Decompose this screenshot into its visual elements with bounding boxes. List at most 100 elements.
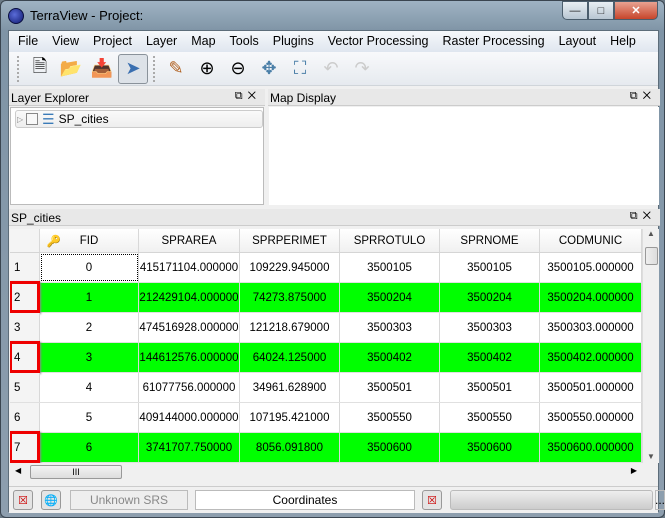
table-cell[interactable]: 3500402.000000 [540,343,642,372]
table-cell[interactable]: 34961.628900 [240,373,340,402]
table-row[interactable]: 7 6 3741707.750000 8056.091800 3500600 350060… [10,431,642,463]
table-cell[interactable]: 3500105 [340,253,440,282]
column-header[interactable] [10,229,40,252]
table-cell[interactable]: 109229.945000 [240,253,340,282]
zoom-out-icon[interactable]: ⊖ [223,54,253,84]
maximize-button[interactable]: □ [588,1,614,20]
table-cell[interactable]: 3500600 [340,433,440,462]
row-number[interactable]: 7 [10,431,40,463]
paintbrush-icon[interactable]: ✎ [161,54,191,84]
menu-project[interactable]: Project [86,31,139,52]
close-icon[interactable]: ✕ [643,210,656,222]
pointer-icon[interactable]: ➤ [118,53,148,84]
table-cell[interactable]: 74273.875000 [240,283,340,312]
table-cell[interactable]: 4 [40,373,139,402]
table-cell[interactable]: 3500501 [340,373,440,402]
save-icon[interactable]: 📥 [87,54,117,84]
table-cell[interactable]: 61077756.000000 [139,373,240,402]
table-cell[interactable]: 3500204.000000 [540,283,642,312]
table-cell[interactable]: 3500105 [440,253,540,282]
stop-draw-icon[interactable]: ☒ [422,490,442,510]
row-number[interactable]: 4 [10,341,40,373]
close-button[interactable]: ✕ [614,1,658,20]
table-cell[interactable]: 3500204 [340,283,440,312]
menu-file[interactable]: File [11,31,45,52]
table-row[interactable]: 4 3 144612576.000000 64024.125000 3500402 350… [10,341,642,373]
close-icon[interactable]: ✕ [248,90,261,102]
table-cell[interactable]: 6 [40,433,139,462]
table-cell[interactable]: 1 [40,283,139,312]
menu-map[interactable]: Map [184,31,222,52]
table-row[interactable]: 5 4 61077756.000000 34961.628900 3500501 3500… [10,373,642,403]
menu-layout[interactable]: Layout [552,31,604,52]
table-row[interactable]: 2 1 212429104.000000 74273.875000 3500204 350… [10,281,642,313]
menu-vector-processing[interactable]: Vector Processing [321,31,436,52]
vertical-scrollbar[interactable]: ▲ ▼ [642,229,659,463]
table-cell[interactable]: 3500204 [440,283,540,312]
float-icon[interactable]: ⧉ [630,90,643,102]
srs-field[interactable]: Unknown SRS [70,490,188,510]
menu-plugins[interactable]: Plugins [266,31,321,52]
table-cell[interactable]: 3500402 [340,343,440,372]
column-header[interactable]: 🔑 FID [40,229,139,252]
open-folder-icon[interactable]: 📂 [56,54,86,84]
row-number[interactable]: 5 [10,373,40,402]
globe-icon[interactable]: 🌐 [41,490,61,510]
scroll-thumb[interactable] [645,247,658,265]
table-cell[interactable]: 3500501.000000 [540,373,642,402]
table-cell[interactable]: 2 [40,313,139,342]
table-cell[interactable]: 409144000.000000 [139,403,240,432]
table-cell[interactable]: 3500550 [440,403,540,432]
table-cell[interactable]: 144612576.000000 [139,343,240,372]
more-button[interactable]: ... [655,490,665,510]
table-cell[interactable]: 121218.679000 [240,313,340,342]
table-cell[interactable]: 3741707.750000 [139,433,240,462]
map-canvas[interactable] [269,107,659,205]
pan-icon[interactable]: ✥ [254,54,284,84]
table-cell[interactable]: 474516928.000000 [139,313,240,342]
column-header[interactable]: SPRAREA [139,229,240,252]
menu-layer[interactable]: Layer [139,31,184,52]
redo-icon[interactable]: ↷ [347,54,377,84]
table-cell[interactable]: 3500600.000000 [540,433,642,462]
close-icon[interactable]: ✕ [643,90,656,102]
table-row[interactable]: 1 0 415171104.000000 109229.945000 3500105 35… [10,253,642,283]
table-cell[interactable]: 5 [40,403,139,432]
horizontal-scrollbar[interactable]: ◀ III ▶ [10,464,642,480]
menu-view[interactable]: View [45,31,86,52]
table-cell[interactable]: 212429104.000000 [139,283,240,312]
row-number[interactable]: 2 [10,281,40,313]
menu-raster-processing[interactable]: Raster Processing [435,31,551,52]
column-header[interactable]: SPRPERIMET [240,229,340,252]
toolbar-grip[interactable] [153,55,157,82]
row-number[interactable]: 3 [10,313,40,342]
layer-item[interactable]: ▷ ☰ SP_cities [15,110,263,128]
row-number[interactable]: 1 [10,253,40,282]
menu-tools[interactable]: Tools [223,31,266,52]
menu-help[interactable]: Help [603,31,643,52]
new-project-icon[interactable]: 🗎 [25,54,55,84]
row-number[interactable]: 6 [10,403,40,432]
table-cell[interactable]: 3500600 [440,433,540,462]
table-cell[interactable]: 3500550.000000 [540,403,642,432]
minimize-button[interactable]: — [562,1,588,20]
table-cell[interactable]: 3500501 [440,373,540,402]
table-cell[interactable]: 415171104.000000 [139,253,240,282]
toolbar-grip[interactable] [17,55,21,82]
float-icon[interactable]: ⧉ [235,90,248,102]
table-cell[interactable]: 107195.421000 [240,403,340,432]
layer-checkbox[interactable] [26,113,38,125]
table-row[interactable]: 3 2 474516928.000000 121218.679000 3500303 35… [10,313,642,343]
table-cell[interactable]: 0 [40,253,139,282]
table-cell[interactable]: 3500550 [340,403,440,432]
table-cell[interactable]: 3500303 [340,313,440,342]
float-icon[interactable]: ⧉ [630,210,643,222]
column-header[interactable]: SPRROTULO [340,229,440,252]
table-cell[interactable]: 3500303.000000 [540,313,642,342]
table-cell[interactable]: 8056.091800 [240,433,340,462]
zoom-extent-icon[interactable]: ⛶ [285,54,315,84]
srs-error-icon[interactable]: ☒ [13,490,33,510]
table-row[interactable]: 6 5 409144000.000000 107195.421000 3500550 35… [10,403,642,433]
table-cell[interactable]: 3500105.000000 [540,253,642,282]
column-header[interactable]: CODMUNIC [540,229,642,252]
